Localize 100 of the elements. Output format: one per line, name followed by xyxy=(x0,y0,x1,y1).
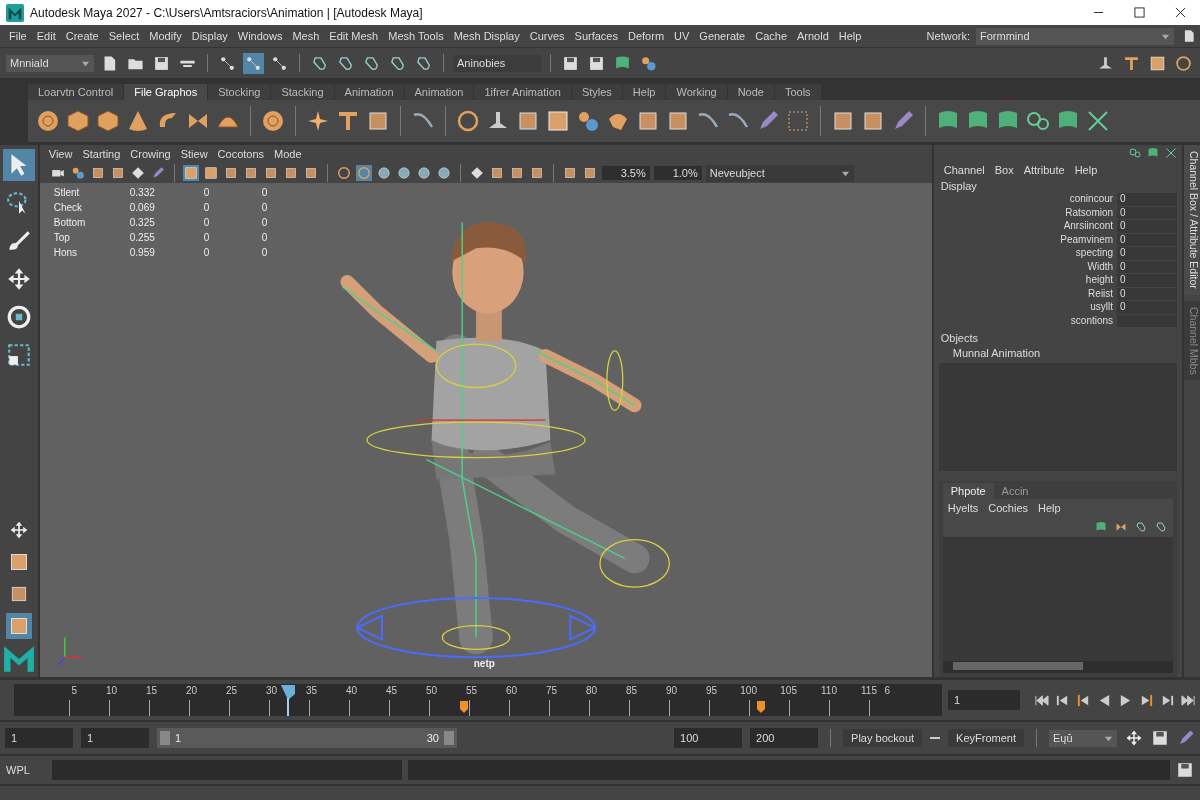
channel-menu-item[interactable]: Attribute xyxy=(1018,164,1070,176)
attribute-field[interactable]: 0 xyxy=(1117,301,1178,314)
attribute-field[interactable]: 0 xyxy=(1117,233,1178,246)
disc-icon[interactable] xyxy=(335,165,352,181)
menu-item[interactable]: Cache xyxy=(750,30,792,42)
layer-menu-item[interactable]: Cochies xyxy=(983,502,1034,514)
sphere-icon[interactable] xyxy=(36,109,60,133)
menu-item[interactable]: Deform xyxy=(623,30,670,42)
square-icon[interactable] xyxy=(861,109,885,133)
shelf-tab[interactable]: Stocking xyxy=(208,84,271,100)
panel-menu-item[interactable]: View xyxy=(43,148,78,160)
keyframe-button[interactable]: KeyFroment xyxy=(948,729,1024,747)
disc-icon[interactable] xyxy=(355,165,372,181)
shelf-tab[interactable]: Loarvtn Control xyxy=(28,84,124,100)
save-icon[interactable] xyxy=(1176,761,1194,779)
square-icon[interactable] xyxy=(831,109,855,133)
globe-icon[interactable] xyxy=(375,165,392,181)
cross-icon[interactable] xyxy=(1165,147,1178,159)
camera-dropdown[interactable]: Neveubject xyxy=(705,164,854,182)
attribute-field[interactable]: 0 xyxy=(1117,193,1178,206)
end-time-field[interactable]: 200 xyxy=(750,728,819,748)
flag-icon[interactable] xyxy=(1095,521,1108,533)
tee-icon[interactable] xyxy=(336,109,360,133)
object-item[interactable]: Munnal Animation xyxy=(938,345,1178,361)
globe-icon[interactable] xyxy=(395,165,412,181)
panel-menu-item[interactable]: Mode xyxy=(269,148,307,160)
menu-item[interactable]: Mesh Display xyxy=(448,30,525,42)
time-slider[interactable]: 5 10 15 20 25 30 35 40 45 50 55 60 75 80 85 90 95 100 105 110 115 6 xyxy=(14,684,942,716)
globe-icon[interactable] xyxy=(435,165,452,181)
keyframe-marker[interactable] xyxy=(459,700,470,714)
side-tab[interactable]: Channel Box / Attribute Editor xyxy=(1184,145,1200,295)
menu-item[interactable]: UV xyxy=(669,30,695,42)
menu-item[interactable]: Create xyxy=(60,30,104,42)
maximize-icon[interactable] xyxy=(1134,7,1145,18)
horizontal-scrollbar[interactable] xyxy=(942,661,1174,673)
file-icon[interactable] xyxy=(1182,29,1196,43)
channel-menu-item[interactable]: Channel xyxy=(938,164,990,176)
start-time-field[interactable]: 1 xyxy=(5,728,73,748)
panel-menu-item[interactable]: Cocotons xyxy=(212,148,270,160)
menu-item[interactable]: Generate xyxy=(694,30,751,42)
range-slider[interactable]: 1 30 xyxy=(157,728,457,748)
flag-icon[interactable] xyxy=(1147,147,1160,159)
keyframe-marker[interactable] xyxy=(756,700,767,714)
square-icon[interactable] xyxy=(666,109,690,133)
menu-item[interactable]: Surfaces xyxy=(569,30,623,42)
playback-start-field[interactable]: 1 xyxy=(81,728,149,748)
attribute-field[interactable]: 0 xyxy=(1117,287,1178,300)
attribute-field[interactable]: 0 xyxy=(1117,260,1178,273)
close-icon[interactable] xyxy=(1175,7,1186,18)
shelf-tab[interactable]: Styles xyxy=(571,84,622,100)
shelf-tab[interactable]: Help xyxy=(622,84,666,100)
shelf-tab[interactable]: Stacking xyxy=(271,84,334,100)
shelf-tab[interactable]: File Graphos xyxy=(124,84,208,100)
menu-item[interactable]: Mesh xyxy=(287,30,325,42)
menu-item[interactable]: File xyxy=(4,30,32,42)
bow-icon[interactable] xyxy=(1115,521,1128,533)
mode-dropdown[interactable]: Mnniald xyxy=(6,54,94,72)
play-backward-button[interactable] xyxy=(1097,692,1112,708)
channel-menu-item[interactable]: Help xyxy=(1069,164,1103,176)
menu-item[interactable]: Arnold xyxy=(792,30,834,42)
current-frame-field[interactable]: 1 xyxy=(948,690,1020,710)
layer-menu-item[interactable]: Hyelts xyxy=(942,502,984,514)
playback-button[interactable]: Play bockout xyxy=(843,729,923,747)
square-icon[interactable] xyxy=(636,109,660,133)
attribute-field[interactable]: 0 xyxy=(1117,220,1178,233)
attribute-field[interactable]: 0 xyxy=(1117,247,1178,260)
layer-menu-item[interactable]: Help xyxy=(1033,502,1066,514)
skip-end-button[interactable] xyxy=(1181,692,1196,708)
shelf-tab[interactable]: Animation xyxy=(404,84,474,100)
playhead[interactable] xyxy=(279,684,296,716)
cone-icon[interactable] xyxy=(126,109,150,133)
menu-item[interactable]: Modify xyxy=(144,30,187,42)
attribute-field[interactable]: 0 xyxy=(1117,206,1178,219)
play-button[interactable] xyxy=(1118,692,1133,708)
gears-icon[interactable] xyxy=(1129,147,1142,159)
selection-field[interactable]: Aninobies xyxy=(453,54,541,72)
frame-rate-dropdown[interactable]: Eųū xyxy=(1049,729,1117,747)
nodes-icon[interactable] xyxy=(243,52,264,74)
globe-icon[interactable] xyxy=(415,165,432,181)
skip-start-button[interactable] xyxy=(1034,692,1049,708)
character-rig-drawing[interactable] xyxy=(340,221,670,655)
pencil-icon[interactable] xyxy=(1177,729,1195,747)
shelf-tab[interactable]: Node xyxy=(727,84,774,100)
gears-icon[interactable] xyxy=(1026,109,1050,133)
save-icon[interactable] xyxy=(1151,729,1169,747)
exposure-field[interactable]: 3.5% xyxy=(601,166,650,180)
menu-item[interactable]: Edit xyxy=(31,30,61,42)
square-icon[interactable] xyxy=(366,109,390,133)
menu-item[interactable]: Curves xyxy=(524,30,570,42)
menu-item[interactable]: Select xyxy=(103,30,145,42)
shelf-tab[interactable]: 1ifrer Animation xyxy=(474,84,571,100)
disc-icon[interactable] xyxy=(456,109,480,133)
next-key-button[interactable] xyxy=(1139,692,1154,708)
channel-menu-item[interactable]: Box xyxy=(989,164,1019,176)
menu-item[interactable]: Help xyxy=(833,30,867,42)
playback-end-field[interactable]: 100 xyxy=(674,728,743,748)
menu-item[interactable]: Windows xyxy=(232,30,288,42)
panel-menu-item[interactable]: Stiew xyxy=(175,148,213,160)
network-dropdown[interactable]: Formmind xyxy=(976,27,1174,45)
sphere-icon[interactable] xyxy=(261,109,285,133)
